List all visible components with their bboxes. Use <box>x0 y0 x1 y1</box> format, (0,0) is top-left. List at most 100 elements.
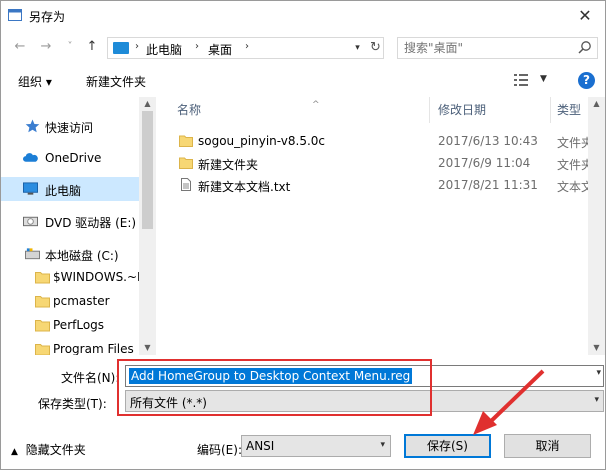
file-row[interactable]: 新建文本文档.txt 2017/8/21 11:31 文本文档 <box>157 174 605 196</box>
back-button[interactable]: ← <box>11 38 29 56</box>
scroll-up-icon[interactable]: ▲ <box>588 97 605 111</box>
sidebar-scrollbar[interactable]: ▲ ▼ <box>139 97 156 355</box>
filename-label: 文件名(N): <box>61 371 120 385</box>
computer-icon <box>23 182 38 195</box>
notepad-icon <box>8 9 22 21</box>
title-bar: 另存为 ✕ <box>1 1 605 31</box>
file-list: 名称 ^ 修改日期 类型 sogou_pinyin-v8.5.0c 2017/6… <box>157 97 605 355</box>
sidebar-item-local-disk-c[interactable]: 本地磁盘 (C:) <box>1 242 139 266</box>
save-form: 文件名(N): Add HomeGroup to Desktop Context… <box>1 357 605 469</box>
column-header-type[interactable]: 类型 <box>551 97 591 123</box>
search-input[interactable] <box>404 40 574 56</box>
sidebar-item-label: pcmaster <box>53 294 110 308</box>
hide-folders-label: 隐藏文件夹 <box>25 443 86 457</box>
folder-icon <box>35 296 50 308</box>
file-date: 2017/8/21 11:31 <box>438 178 538 192</box>
hide-folders-toggle[interactable]: ▲ 隐藏文件夹 <box>11 441 86 458</box>
encoding-value: ANSI <box>246 439 275 453</box>
file-name: sogou_pinyin-v8.5.0c <box>198 134 325 148</box>
address-dropdown-button[interactable]: ▾ <box>348 39 366 57</box>
disk-icon <box>25 248 40 260</box>
file-name: 新建文本文档.txt <box>198 180 291 194</box>
encoding-select[interactable]: ANSI ▾ <box>241 435 391 457</box>
sidebar-item-label: OneDrive <box>45 151 102 165</box>
chevron-down-icon: ˅ <box>67 41 73 52</box>
sidebar-item-label: $WINDOWS.~B <box>53 270 139 284</box>
chevron-down-icon[interactable]: ▾ <box>594 395 599 405</box>
sidebar-item-label: 此电脑 <box>45 184 82 198</box>
navigation-bar: ← → ˅ ↑ › 此电脑 › 桌面 › ▾ ↻ <box>1 32 605 62</box>
save-as-dialog: 另存为 ✕ ← → ˅ ↑ › 此电脑 › 桌面 › ▾ ↻ 组织 ▾ 新建文件… <box>0 0 606 470</box>
breadcrumb-separator-icon: › <box>135 41 139 52</box>
chevron-down-icon[interactable]: ▾ <box>380 440 385 450</box>
sidebar-item-label: PerfLogs <box>53 318 105 332</box>
dvd-icon <box>23 216 38 227</box>
file-row[interactable]: sogou_pinyin-v8.5.0c 2017/6/13 10:43 文件夹 <box>157 130 605 152</box>
scroll-down-icon[interactable]: ▼ <box>588 341 605 355</box>
window-title: 另存为 <box>29 10 66 24</box>
cloud-icon <box>23 153 38 162</box>
column-header-label: 名称 <box>177 103 202 117</box>
chevron-down-icon[interactable]: ▾ <box>596 368 601 378</box>
folder-icon <box>35 344 50 355</box>
sidebar-item-label: DVD 驱动器 (E:) ( <box>45 216 139 230</box>
scroll-down-icon[interactable]: ▼ <box>139 341 156 355</box>
sidebar-item-pcmaster[interactable]: pcmaster <box>1 289 139 313</box>
view-options-icon[interactable] <box>514 74 528 86</box>
up-button[interactable]: ↑ <box>83 38 101 56</box>
forward-button[interactable]: → <box>37 38 55 56</box>
search-icon <box>578 41 591 54</box>
sidebar-item-dvd-drive[interactable]: DVD 驱动器 (E:) ( <box>1 209 139 233</box>
sort-ascending-icon: ^ <box>312 100 320 110</box>
folder-icon <box>179 157 193 169</box>
breadcrumb-this-pc[interactable]: 此电脑 <box>146 41 182 58</box>
sidebar-item-windows-bt[interactable]: $WINDOWS.~B <box>1 265 139 289</box>
address-bar[interactable]: › 此电脑 › 桌面 › ▾ ↻ <box>107 37 384 59</box>
text-file-icon <box>181 178 191 191</box>
help-icon[interactable]: ? <box>578 72 595 89</box>
sidebar-item-quick-access[interactable]: 快速访问 <box>1 114 139 138</box>
column-header-name[interactable]: 名称 ^ <box>171 97 430 123</box>
red-arrow-annotation-icon <box>473 369 545 435</box>
breadcrumb-separator-icon: › <box>245 41 249 52</box>
column-header-date[interactable]: 修改日期 <box>432 97 551 123</box>
encoding-label: 编码(E): <box>197 443 242 457</box>
refresh-icon[interactable]: ↻ <box>367 39 384 57</box>
close-icon: ✕ <box>578 6 592 25</box>
chevron-up-icon: ▲ <box>11 447 18 457</box>
sidebar-item-perflogs[interactable]: PerfLogs <box>1 313 139 337</box>
sidebar-item-onedrive[interactable]: OneDrive <box>1 146 139 170</box>
search-box[interactable] <box>397 37 598 59</box>
breadcrumb-separator-icon: › <box>195 41 199 52</box>
close-button[interactable]: ✕ <box>572 5 598 27</box>
sidebar-item-label: Program Files <box>53 342 134 355</box>
organize-menu[interactable]: 组织 ▾ <box>18 73 52 90</box>
star-icon <box>25 119 40 133</box>
file-date: 2017/6/9 11:04 <box>438 156 531 170</box>
forward-arrow-icon: → <box>40 39 52 54</box>
sidebar-item-label: 快速访问 <box>45 121 94 135</box>
sidebar-item-program-files[interactable]: Program Files <box>1 337 139 355</box>
file-name: 新建文件夹 <box>198 158 259 172</box>
back-arrow-icon: ← <box>14 39 26 54</box>
sidebar-item-this-pc[interactable]: 此电脑 <box>1 177 139 201</box>
computer-icon <box>113 42 129 54</box>
filetype-label: 保存类型(T): <box>38 397 107 411</box>
folder-icon <box>35 272 50 284</box>
scroll-up-icon[interactable]: ▲ <box>139 97 156 111</box>
breadcrumb-desktop[interactable]: 桌面 <box>208 41 232 58</box>
view-dropdown-icon[interactable]: ▼ <box>540 74 547 84</box>
scrollbar-thumb[interactable] <box>142 111 153 229</box>
file-list-scrollbar[interactable]: ▲ ▼ <box>588 97 605 355</box>
sidebar-item-label: 本地磁盘 (C:) <box>45 249 119 263</box>
folder-icon <box>35 320 50 332</box>
up-arrow-icon: ↑ <box>86 39 98 54</box>
file-date: 2017/6/13 10:43 <box>438 134 538 148</box>
command-toolbar: 组织 ▾ 新建文件夹 ▼ ? <box>1 66 605 94</box>
highlight-annotation-box <box>117 359 432 416</box>
navigation-pane: 快速访问 OneDrive 此电脑 DVD 驱动器 (E:) ( 本地磁盘 (C… <box>1 97 156 355</box>
recent-locations-button[interactable]: ˅ <box>61 38 79 56</box>
new-folder-button[interactable]: 新建文件夹 <box>86 73 146 90</box>
file-row[interactable]: 新建文件夹 2017/6/9 11:04 文件夹 <box>157 152 605 174</box>
folder-icon <box>179 135 193 147</box>
